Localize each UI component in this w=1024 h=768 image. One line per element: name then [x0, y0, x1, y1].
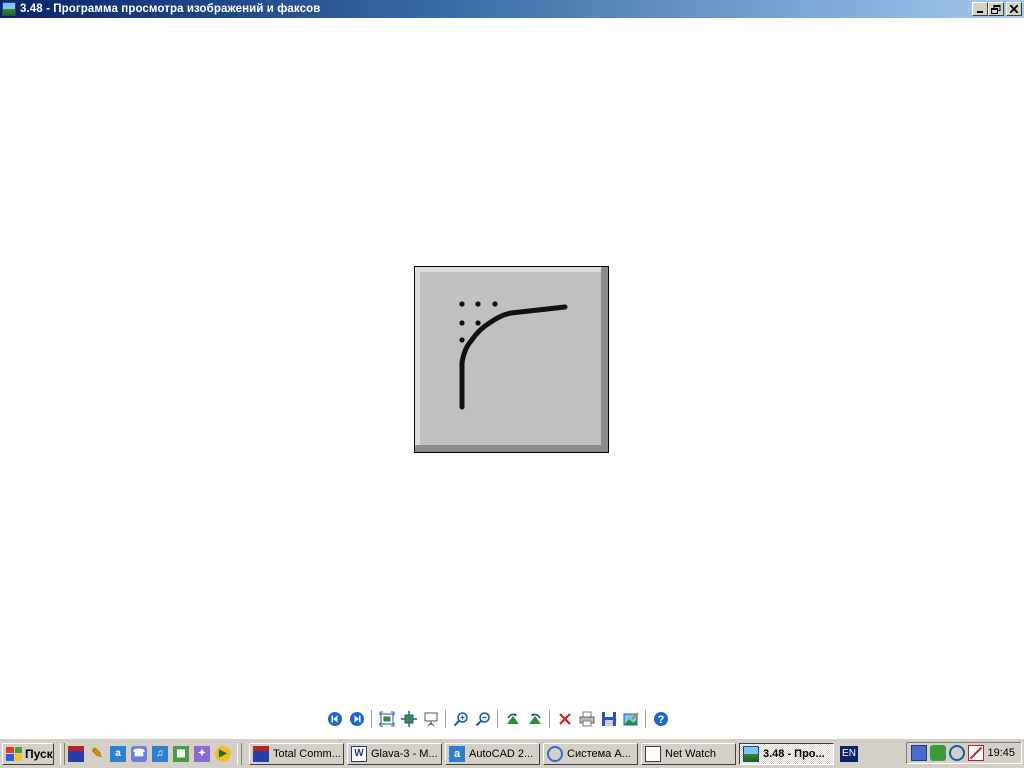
toolbar-grip[interactable] — [60, 742, 65, 765]
phone-icon[interactable]: ☎ — [131, 745, 147, 762]
save-icon — [602, 712, 616, 726]
task-label: Система А... — [567, 747, 631, 760]
next-image-icon — [350, 712, 364, 726]
start-button[interactable]: Пуск — [2, 742, 54, 765]
toolbar-separator — [445, 710, 447, 728]
toolbar-separator — [645, 710, 647, 728]
media-icon[interactable]: ▦ — [173, 745, 189, 762]
displayed-image — [414, 266, 609, 453]
close-button[interactable] — [1006, 2, 1022, 16]
viewer-toolbar: ? — [324, 708, 672, 730]
browser-icon — [547, 745, 563, 762]
best-fit-button[interactable] — [376, 708, 398, 730]
task-button[interactable]: Система А... — [543, 742, 638, 765]
rotate-clockwise-icon — [507, 713, 519, 724]
actual-size-icon — [401, 711, 417, 727]
zoom-out-icon — [475, 712, 490, 727]
actual-size-button[interactable] — [398, 708, 420, 730]
start-label: Пуск — [25, 746, 53, 761]
help-button[interactable]: ? — [650, 708, 672, 730]
rotate-counterclockwise-icon — [529, 713, 541, 724]
task-button[interactable]: 3.48 - Про... — [739, 742, 834, 765]
next-image-button[interactable] — [346, 708, 368, 730]
zoom-in-icon — [453, 712, 468, 727]
search-icon[interactable] — [949, 745, 965, 761]
edit-button[interactable] — [620, 708, 642, 730]
windows-logo-icon — [6, 746, 22, 761]
task-label: Total Comm... — [273, 747, 341, 760]
title-bar[interactable]: 3.48 - Программа просмотра изображений и… — [0, 0, 1024, 18]
edit-icon — [623, 712, 639, 726]
fillet-corner-icon — [459, 301, 568, 410]
print-icon — [579, 711, 595, 727]
rotate-counterclockwise-button[interactable] — [524, 708, 546, 730]
toolbar-separator — [549, 710, 551, 728]
task-button[interactable]: a AutoCAD 2... — [445, 742, 540, 765]
slideshow-button[interactable] — [420, 708, 442, 730]
task-list: Total Comm... W Glava-3 - M... a AutoCAD… — [249, 742, 834, 765]
autocad-icon: a — [449, 745, 465, 762]
music-icon[interactable]: ♫ — [152, 745, 168, 762]
delete-icon — [559, 713, 571, 725]
delete-button[interactable] — [554, 708, 576, 730]
pencil-icon[interactable]: ✎ — [89, 745, 105, 762]
task-button[interactable]: W Glava-3 - M... — [347, 742, 442, 765]
previous-image-button[interactable] — [324, 708, 346, 730]
rotate-clockwise-button[interactable] — [502, 708, 524, 730]
slideshow-icon — [424, 712, 438, 727]
quick-launch: ✎ a ☎ ♫ ▦ ✦ ▶ — [68, 745, 231, 762]
minimize-button[interactable] — [972, 2, 988, 16]
best-fit-icon — [379, 711, 395, 727]
image-viewer-icon — [2, 2, 16, 16]
image-viewport[interactable] — [0, 18, 1024, 708]
image-viewer-icon — [743, 745, 759, 762]
taskbar: Пуск ✎ a ☎ ♫ ▦ ✦ ▶ Total Comm... W Glava… — [0, 738, 1024, 768]
close-icon — [1010, 5, 1018, 13]
network-icon[interactable] — [911, 745, 927, 761]
netwatch-icon — [645, 745, 661, 762]
task-button[interactable]: Net Watch — [641, 742, 736, 765]
toolbar-separator — [371, 710, 373, 728]
task-button[interactable]: Total Comm... — [249, 742, 344, 765]
tools-icon[interactable]: ✦ — [194, 745, 210, 762]
svg-text:?: ? — [658, 714, 665, 726]
floppy-save-icon[interactable] — [68, 745, 84, 762]
restore-button[interactable] — [988, 2, 1004, 16]
clock[interactable]: 19:45 — [987, 747, 1015, 759]
word-icon: W — [351, 745, 367, 762]
window-title: 3.48 - Программа просмотра изображений и… — [20, 3, 321, 15]
disabled-icon[interactable] — [968, 745, 984, 761]
previous-image-icon — [328, 712, 342, 726]
toolbar-grip[interactable] — [237, 742, 242, 765]
save-button[interactable] — [598, 708, 620, 730]
letter-a-icon[interactable]: a — [110, 745, 126, 762]
language-indicator[interactable]: EN — [840, 745, 858, 762]
floppy-icon — [253, 745, 269, 762]
system-tray: 19:45 — [906, 742, 1022, 764]
window-controls — [972, 2, 1022, 16]
toolbar-separator — [497, 710, 499, 728]
recycle-icon[interactable] — [930, 745, 946, 761]
task-label: AutoCAD 2... — [469, 747, 534, 760]
player-icon[interactable]: ▶ — [215, 745, 231, 762]
task-label: Glava-3 - M... — [371, 747, 438, 760]
minimize-icon — [977, 11, 983, 13]
zoom-out-button[interactable] — [472, 708, 494, 730]
help-icon: ? — [654, 712, 668, 726]
print-button[interactable] — [576, 708, 598, 730]
zoom-in-button[interactable] — [450, 708, 472, 730]
task-label: Net Watch — [665, 747, 716, 760]
task-label: 3.48 - Про... — [763, 747, 825, 760]
restore-icon — [991, 4, 1001, 14]
